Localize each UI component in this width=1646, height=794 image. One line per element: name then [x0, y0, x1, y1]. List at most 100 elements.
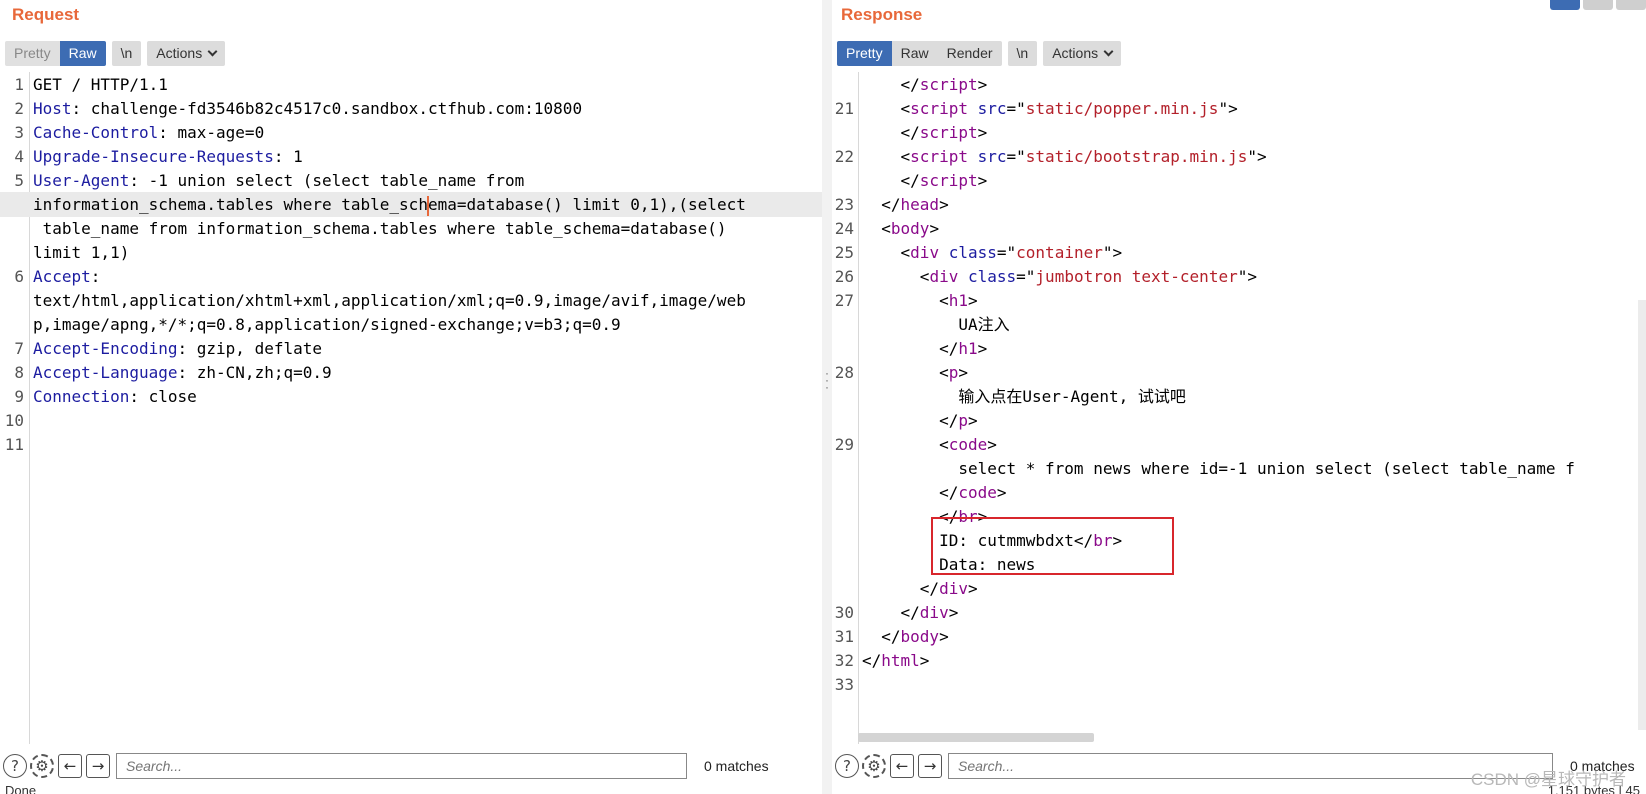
line-number: 10 [4, 411, 24, 430]
layout-vertical-icon[interactable] [1583, 0, 1613, 10]
line-content: <h1> [862, 288, 978, 313]
code-token: < [862, 99, 911, 118]
line-content: GET / HTTP/1.1 [33, 72, 168, 97]
line-content: </script> [862, 120, 988, 145]
response-code-line: 27 <h1> [832, 288, 1646, 313]
arrow-left-icon[interactable]: ← [58, 754, 82, 778]
code-token: > [939, 627, 949, 646]
request-code-line: 9 Connection: close [0, 384, 822, 409]
code-token: > [977, 123, 988, 142]
watermark: CSDN @星球守护者 [1470, 770, 1626, 789]
request-newline-toggle[interactable]: \n [111, 41, 142, 66]
code-token: : [90, 267, 101, 286]
pane-splitter[interactable] [822, 0, 832, 794]
code-token: script [919, 171, 978, 190]
arrow-right-icon[interactable]: → [86, 754, 110, 778]
response-render-tab[interactable]: Render [937, 41, 1002, 66]
line-content: table_name from information_schema.table… [33, 216, 727, 241]
code-token: p [948, 363, 959, 382]
line-content: limit 1,1) [33, 240, 129, 265]
code-token: : zh-CN,zh;q=0.9 [177, 363, 332, 382]
drag-handle-icon[interactable]: · · · [823, 367, 831, 393]
request-code-line: 5 User-Agent: -1 union select (select tab… [0, 168, 822, 193]
code-token: script [910, 99, 968, 118]
arrow-right-icon[interactable]: → [918, 754, 942, 778]
request-code-line: 10 [0, 408, 822, 433]
help-icon[interactable]: ? [3, 754, 27, 778]
chevron-down-icon [207, 46, 218, 57]
response-pretty-tab[interactable]: Pretty [837, 41, 892, 66]
gear-icon[interactable]: ⚙ [30, 754, 54, 778]
code-token: > [967, 291, 978, 310]
line-number: 27 [834, 291, 854, 310]
code-token: class [948, 243, 997, 262]
line-number: 25 [834, 243, 854, 262]
response-code-line: </script> [832, 120, 1646, 145]
line-content: 输入点在User-Agent, 试试吧 [862, 384, 1186, 409]
vertical-scrollbar[interactable] [1638, 300, 1646, 730]
line-number: 23 [834, 195, 854, 214]
code-token: > [977, 171, 988, 190]
line-content: <body> [862, 216, 939, 241]
line-content: <p> [862, 360, 968, 385]
code-token: select * from news where id=-1 union sel… [862, 459, 1575, 478]
line-number: 3 [14, 123, 24, 142]
line-content: <script src="static/popper.min.js"> [862, 96, 1238, 121]
request-raw-tab[interactable]: Raw [59, 41, 106, 66]
code-token: Accept [33, 267, 91, 286]
line-number: 26 [834, 267, 854, 286]
request-editor[interactable]: 1 GET / HTTP/1.1 2 Host: challenge-fd3546b8… [0, 72, 822, 744]
code-token: 输入点在User-Agent, 试试吧 [862, 387, 1186, 406]
line-number: 1 [14, 75, 24, 94]
code-token: h1 [948, 291, 968, 310]
response-code-line: 22 <script src="static/bootstrap.min.js"… [832, 144, 1646, 169]
line-content: </html> [862, 648, 929, 673]
layout-side-by-side-icon[interactable] [1550, 0, 1580, 10]
response-actions-dropdown[interactable]: Actions [1043, 41, 1122, 66]
request-match-count: 0 matches [704, 758, 769, 774]
code-token: =" [996, 243, 1017, 262]
code-token: src [977, 99, 1007, 118]
line-content: select * from news where id=-1 union sel… [862, 456, 1575, 481]
response-title: Response [841, 5, 923, 24]
code-token: script [919, 75, 978, 94]
response-code-line: 输入点在User-Agent, 试试吧 [832, 384, 1646, 409]
code-token: information_schema.tables where table_sc… [33, 195, 428, 214]
code-token: body [900, 627, 940, 646]
response-raw-tab[interactable]: Raw [891, 41, 938, 66]
code-token: </ [862, 579, 940, 598]
code-token: div [929, 267, 959, 286]
code-token: p [958, 411, 968, 430]
request-actions-dropdown[interactable]: Actions [147, 41, 226, 66]
code-token: Accept-Encoding [33, 339, 178, 358]
code-token: </ [862, 651, 882, 670]
code-token: < [862, 219, 891, 238]
line-content: p,image/apng,*/*;q=0.8,application/signe… [33, 312, 621, 337]
request-pretty-tab[interactable]: Pretty [5, 41, 60, 66]
code-token: > [939, 195, 949, 214]
line-number: 4 [14, 147, 24, 166]
arrow-left-icon[interactable]: ← [890, 754, 914, 778]
line-number: 22 [834, 147, 854, 166]
code-token: ema=database() limit 0,1),(select [427, 195, 746, 214]
horizontal-scrollbar[interactable] [858, 733, 1094, 742]
code-token: < [862, 267, 930, 286]
help-icon[interactable]: ? [835, 754, 859, 778]
request-search-input[interactable] [116, 753, 687, 779]
response-code-line: 32 </html> [832, 648, 1646, 673]
code-token: head [900, 195, 940, 214]
response-search-input[interactable] [948, 753, 1553, 779]
line-content: Cache-Control: max-age=0 [33, 120, 264, 145]
layout-tabs-icon[interactable] [1616, 0, 1646, 10]
request-code-line: 3 Cache-Control: max-age=0 [0, 120, 822, 145]
gear-icon[interactable]: ⚙ [862, 754, 886, 778]
response-newline-toggle[interactable]: \n [1007, 41, 1038, 66]
code-token: > [977, 75, 988, 94]
response-editor[interactable]: </script> 21 <script src="static/popper.m… [832, 72, 1646, 744]
request-code-line: 7 Accept-Encoding: gzip, deflate [0, 336, 822, 361]
line-number: 6 [14, 267, 24, 286]
code-token: h1 [958, 339, 978, 358]
code-token: : challenge-fd3546b82c4517c0.sandbox.ctf… [71, 99, 583, 118]
